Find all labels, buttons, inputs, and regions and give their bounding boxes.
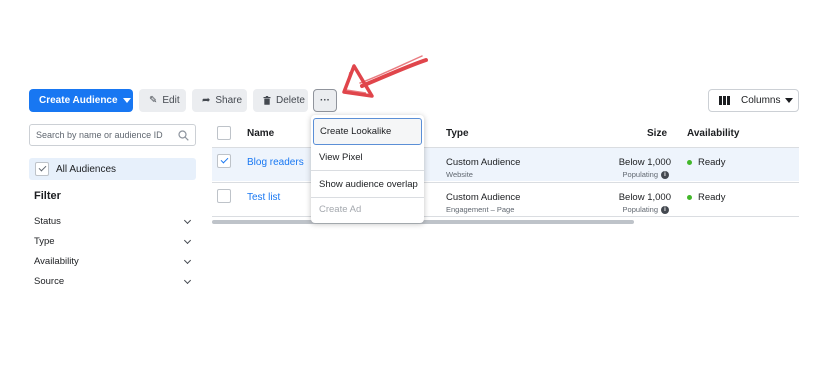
availability-label: Ready [698,157,726,168]
filter-availability[interactable]: Availability [34,256,192,267]
availability-label: Ready [698,192,726,203]
ready-dot-icon [687,160,692,165]
pencil-icon: ✎ [149,94,158,106]
share-label: Share [215,95,243,106]
chevron-down-icon [183,216,192,224]
filter-availability-label: Availability [34,256,79,267]
info-icon[interactable]: i [661,205,669,214]
audience-search[interactable] [29,124,196,146]
select-all-checkbox[interactable] [217,126,231,140]
size-status: Populating i [623,205,669,214]
search-input[interactable] [36,130,176,140]
chevron-down-icon [183,236,192,244]
ready-dot-icon [687,195,692,200]
delete-button[interactable]: Delete [253,89,308,112]
menu-item-create-ad[interactable]: Create Ad [311,199,424,219]
filter-type[interactable]: Type [34,236,192,247]
create-audience-label: Create Audience [39,95,118,106]
all-audiences-item[interactable]: All Audiences [29,158,196,180]
menu-item-view-pixel[interactable]: View Pixel [311,147,424,167]
columns-icon [719,96,730,105]
menu-item-show-overlap[interactable]: Show audience overlap [311,174,424,194]
audience-type: Custom Audience [446,157,521,168]
filter-status[interactable]: Status [34,216,192,227]
availability-status: Ready [687,157,725,168]
size-status-label: Populating [622,170,658,179]
more-dots-icon: ··· [320,95,330,106]
more-options-menu: Create Lookalike View Pixel Show audienc… [311,115,424,223]
availability-status: Ready [687,192,725,203]
menu-divider [311,197,424,198]
column-header-name[interactable]: Name [247,128,274,139]
all-audiences-label: All Audiences [56,163,117,175]
caret-down-icon [785,98,794,103]
columns-button[interactable]: Columns [708,89,799,112]
row-checkbox[interactable] [217,189,231,203]
filter-source[interactable]: Source [34,276,192,287]
audience-subtype: Website [446,170,473,179]
column-header-size[interactable]: Size [647,128,667,139]
size-status: Populating i [623,170,669,179]
filter-status-label: Status [34,216,61,227]
filter-heading: Filter [34,190,61,202]
menu-item-create-lookalike[interactable]: Create Lookalike [313,118,422,145]
share-arrow-icon: ➦ [202,94,211,106]
audience-size: Below 1,000 [618,192,671,203]
audience-name-link[interactable]: Blog readers [247,157,304,168]
audience-name-link[interactable]: Test list [247,192,280,203]
audience-size: Below 1,000 [618,157,671,168]
caret-down-icon [122,98,131,103]
more-options-button[interactable]: ··· [313,89,337,112]
create-audience-button[interactable]: Create Audience [29,89,133,112]
edit-button[interactable]: ✎ Edit [139,89,186,112]
table-divider [212,216,799,217]
red-arrow-annotation [342,55,428,98]
chevron-down-icon [183,276,192,284]
all-audiences-checkbox[interactable] [35,162,49,176]
audience-subtype: Engagement – Page [446,205,515,214]
size-status-label: Populating [622,205,658,214]
chevron-down-icon [183,256,192,264]
delete-label: Delete [276,95,305,106]
trash-icon [263,96,271,105]
info-icon[interactable]: i [661,170,669,179]
filter-type-label: Type [34,236,55,247]
column-header-availability[interactable]: Availability [687,128,739,139]
search-icon [178,129,189,141]
edit-label: Edit [162,95,180,106]
share-button[interactable]: ➦ Share [192,89,247,112]
filter-source-label: Source [34,276,65,287]
row-checkbox[interactable] [217,154,231,168]
menu-divider [311,170,424,171]
columns-label: Columns [741,95,781,106]
column-header-type[interactable]: Type [446,128,469,139]
audience-type: Custom Audience [446,192,521,203]
